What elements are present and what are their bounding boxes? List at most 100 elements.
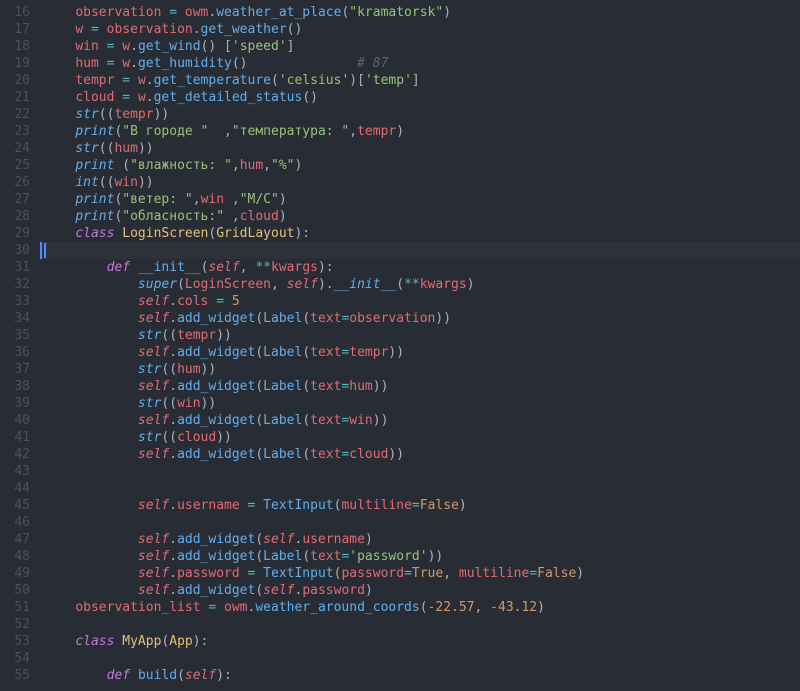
- token: =: [216, 294, 224, 309]
- code-line[interactable]: self.add_widget(Label(text=observation)): [40, 310, 800, 327]
- token: [44, 22, 75, 37]
- token: ):: [216, 668, 232, 683]
- token: ):: [318, 260, 334, 275]
- token: class: [75, 634, 114, 649]
- token: False: [537, 566, 576, 581]
- token: (: [302, 549, 310, 564]
- token: )): [138, 175, 154, 190]
- line-number: 44: [6, 480, 30, 497]
- line-number: 36: [6, 344, 30, 361]
- token: 5: [232, 294, 240, 309]
- token: self: [138, 345, 169, 360]
- code-line[interactable]: self.add_widget(Label(text=cloud)): [40, 446, 800, 463]
- token: self: [138, 532, 169, 547]
- code-line[interactable]: w = observation.get_weather(): [40, 21, 800, 38]
- token: hum: [240, 158, 263, 173]
- code-line[interactable]: print("ветер: ",win ,"М/С"): [40, 191, 800, 208]
- token: [44, 56, 75, 71]
- code-line[interactable]: self.add_widget(self.username): [40, 531, 800, 548]
- code-line[interactable]: self.add_widget(self.password): [40, 582, 800, 599]
- line-number: 33: [6, 293, 30, 310]
- code-line[interactable]: [40, 514, 800, 531]
- code-line[interactable]: int((win)): [40, 174, 800, 191]
- code-line[interactable]: str((win)): [40, 395, 800, 412]
- token: [44, 141, 75, 156]
- code-line[interactable]: str((hum)): [40, 361, 800, 378]
- token: kwargs: [271, 260, 318, 275]
- code-line[interactable]: self.username = TextInput(multiline=Fals…: [40, 497, 800, 514]
- code-line[interactable]: str((hum)): [40, 140, 800, 157]
- token: .: [169, 447, 177, 462]
- token: [44, 566, 138, 581]
- code-line[interactable]: print("обласность:" ,cloud): [40, 208, 800, 225]
- token: (: [302, 413, 310, 428]
- token: password: [177, 566, 240, 581]
- code-line[interactable]: self.password = TextInput(password=True,…: [40, 565, 800, 582]
- token: )): [216, 430, 232, 445]
- line-number: 39: [6, 395, 30, 412]
- code-line[interactable]: hum = w.get_humidity() # 87: [40, 55, 800, 72]
- code-line[interactable]: win = w.get_wind() ['speed']: [40, 38, 800, 55]
- line-number: 29: [6, 225, 30, 242]
- code-line[interactable]: super(LoginScreen, self).__init__(**kwar…: [40, 276, 800, 293]
- token: text: [310, 549, 341, 564]
- token: hum: [349, 379, 372, 394]
- token: [44, 209, 75, 224]
- code-line[interactable]: def __init__(self, **kwargs):: [40, 259, 800, 276]
- code-line[interactable]: [40, 463, 800, 480]
- token: [44, 498, 138, 513]
- code-line[interactable]: cloud = w.get_detailed_status(): [40, 89, 800, 106]
- token: )): [201, 362, 217, 377]
- token: ,: [349, 124, 357, 139]
- line-number-gutter: 1617181920212223242526272829303132333435…: [0, 0, 40, 691]
- code-line[interactable]: class LoginScreen(GridLayout):: [40, 225, 800, 242]
- line-number: 20: [6, 72, 30, 89]
- token: cloud: [349, 447, 388, 462]
- line-number: 31: [6, 259, 30, 276]
- token: text: [310, 413, 341, 428]
- code-line[interactable]: print("В городе " ,"температура: ",tempr…: [40, 123, 800, 140]
- code-line[interactable]: str((tempr)): [40, 106, 800, 123]
- token: )[: [349, 73, 365, 88]
- code-line[interactable]: observation = owm.weather_at_place("kram…: [40, 4, 800, 21]
- code-line[interactable]: self.add_widget(Label(text=win)): [40, 412, 800, 429]
- code-line[interactable]: str((tempr)): [40, 327, 800, 344]
- token: =: [169, 5, 177, 20]
- code-editor[interactable]: 1617181920212223242526272829303132333435…: [0, 0, 800, 691]
- token: self: [138, 294, 169, 309]
- token: ((: [161, 328, 177, 343]
- token: (: [177, 668, 185, 683]
- token: (: [255, 345, 263, 360]
- token: [99, 56, 107, 71]
- token: tempr: [177, 328, 216, 343]
- code-line[interactable]: print ("влажность: ",hum,"%"): [40, 157, 800, 174]
- code-line[interactable]: class MyApp(App):: [40, 633, 800, 650]
- code-line[interactable]: self.add_widget(Label(text=tempr)): [40, 344, 800, 361]
- code-line[interactable]: self.add_widget(Label(text='password')): [40, 548, 800, 565]
- code-line[interactable]: self.add_widget(Label(text=hum)): [40, 378, 800, 395]
- token: win: [177, 396, 200, 411]
- token: )): [435, 311, 451, 326]
- token: ): [365, 583, 373, 598]
- code-line[interactable]: [40, 616, 800, 633]
- token: [44, 39, 75, 54]
- line-number: 46: [6, 514, 30, 531]
- line-number: 38: [6, 378, 30, 395]
- token: w: [122, 56, 130, 71]
- token: print: [75, 209, 114, 224]
- code-line[interactable]: tempr = w.get_temperature('celsius')['te…: [40, 72, 800, 89]
- code-line[interactable]: str((cloud)): [40, 429, 800, 446]
- token: self: [263, 532, 294, 547]
- token: [130, 260, 138, 275]
- code-line[interactable]: observation_list = owm.weather_around_co…: [40, 599, 800, 616]
- code-line[interactable]: [40, 480, 800, 497]
- token: text: [310, 447, 341, 462]
- token: ,: [443, 566, 459, 581]
- code-line[interactable]: [40, 650, 800, 667]
- token: (): [287, 22, 303, 37]
- code-line[interactable]: [40, 242, 800, 259]
- code-line[interactable]: def build(self):: [40, 667, 800, 684]
- code-line[interactable]: self.cols = 5: [40, 293, 800, 310]
- code-area[interactable]: observation = owm.weather_at_place("kram…: [40, 0, 800, 691]
- token: (: [302, 379, 310, 394]
